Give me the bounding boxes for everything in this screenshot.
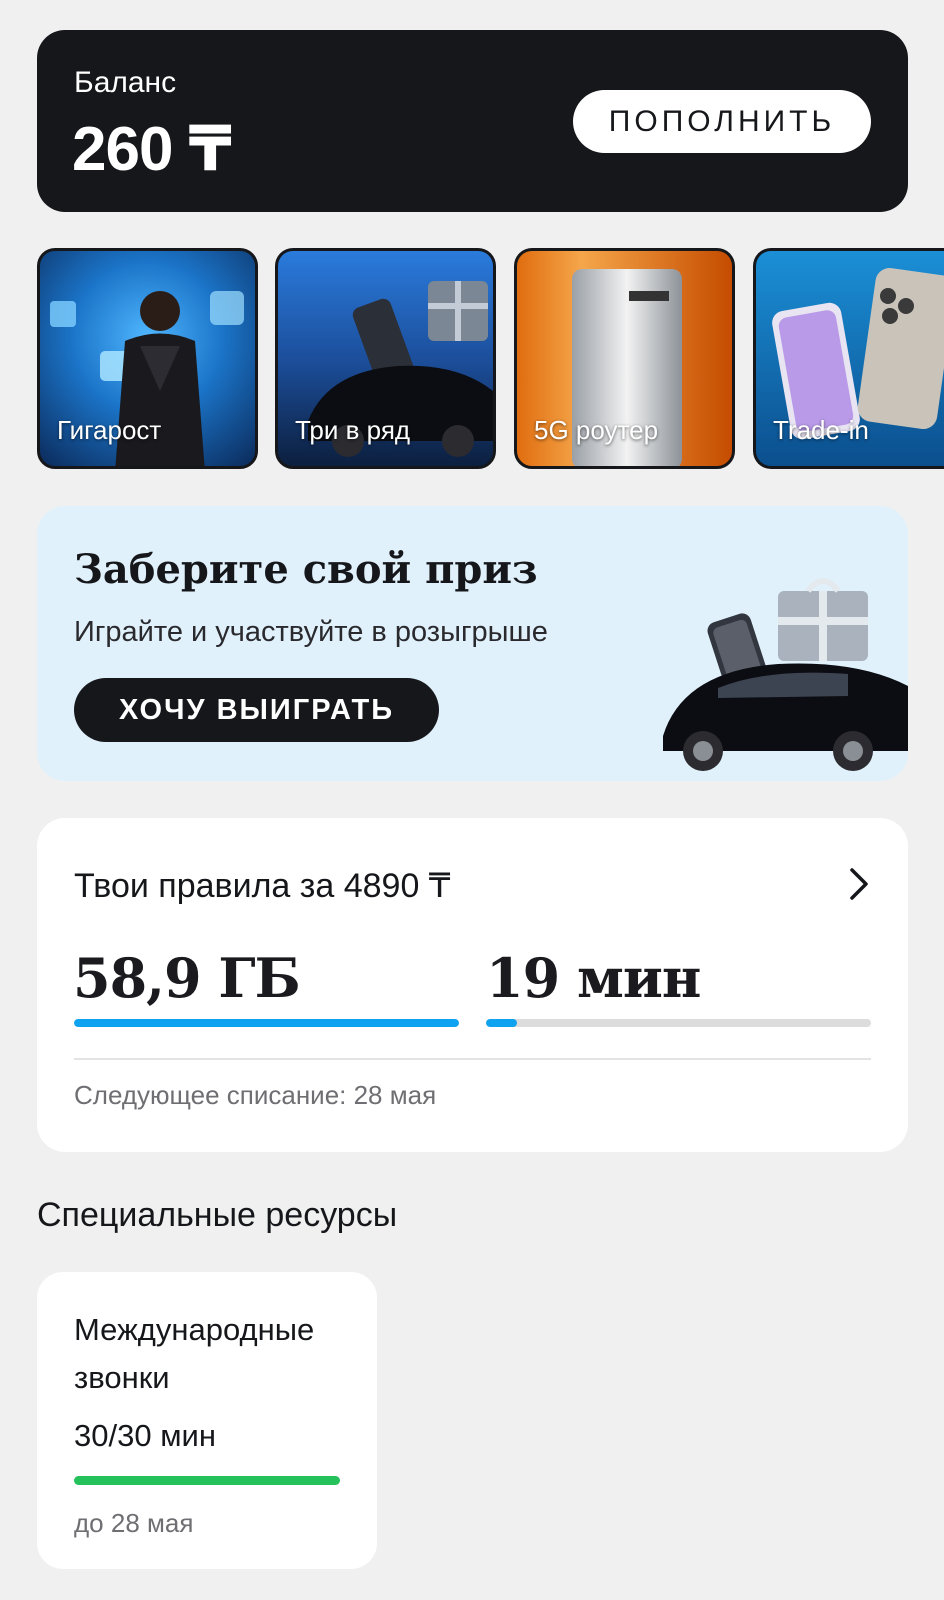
car-prize-image [663,578,908,771]
data-progress-bar [74,1019,459,1027]
story-trade-in[interactable]: Trade-in [753,248,944,469]
data-remaining: 58,9 ГБ [73,946,301,1010]
promo-subtitle: Играйте и участвуйте в розыгрыше [74,616,548,648]
balance-amount: 260 ₸ [72,115,232,184]
resource-title: Международные звонки [74,1312,315,1395]
next-charge-text: Следующее списание: 28 мая [74,1080,437,1110]
tariff-card[interactable]: Твои правила за 4890 ₸ 58,9 ГБ 19 мин Сл… [37,818,908,1152]
chevron-right-icon[interactable] [844,866,874,902]
divider [74,1058,871,1060]
story-gigarost[interactable]: Гигарост [37,248,258,469]
minutes-progress-bar [486,1019,871,1027]
resource-value: 30/30 мин [74,1418,216,1453]
resource-until: до 28 мая [74,1508,194,1538]
story-label: 5G роутер [534,415,659,445]
topup-button[interactable]: ПОПОЛНИТЬ [573,90,871,153]
balance-label: Баланс [74,66,177,99]
tariff-title: Твои правила за 4890 ₸ [74,867,451,905]
special-resources-title: Специальные ресурсы [37,1196,398,1234]
minutes-progress-fill [486,1019,517,1027]
resource-progress-fill [74,1476,340,1485]
balance-card: Баланс 260 ₸ ПОПОЛНИТЬ [37,30,908,212]
resource-card-international-calls[interactable]: Международные звонки 30/30 мин до 28 мая [37,1272,377,1569]
promo-banner[interactable]: Заберите свой приз Играйте и участвуйте … [37,506,908,781]
story-three-in-row[interactable]: Три в ряд [275,248,496,469]
story-label: Три в ряд [295,415,411,445]
data-progress-fill [74,1019,459,1027]
resource-progress-bar [74,1476,340,1485]
promo-title: Заберите свой приз [74,546,538,593]
minutes-remaining: 19 мин [486,946,701,1010]
story-label: Trade-in [773,415,869,445]
win-button[interactable]: ХОЧУ ВЫИГРАТЬ [74,678,439,742]
story-label: Гигарост [57,415,162,445]
story-5g-router[interactable]: 5G роутер [514,248,735,469]
